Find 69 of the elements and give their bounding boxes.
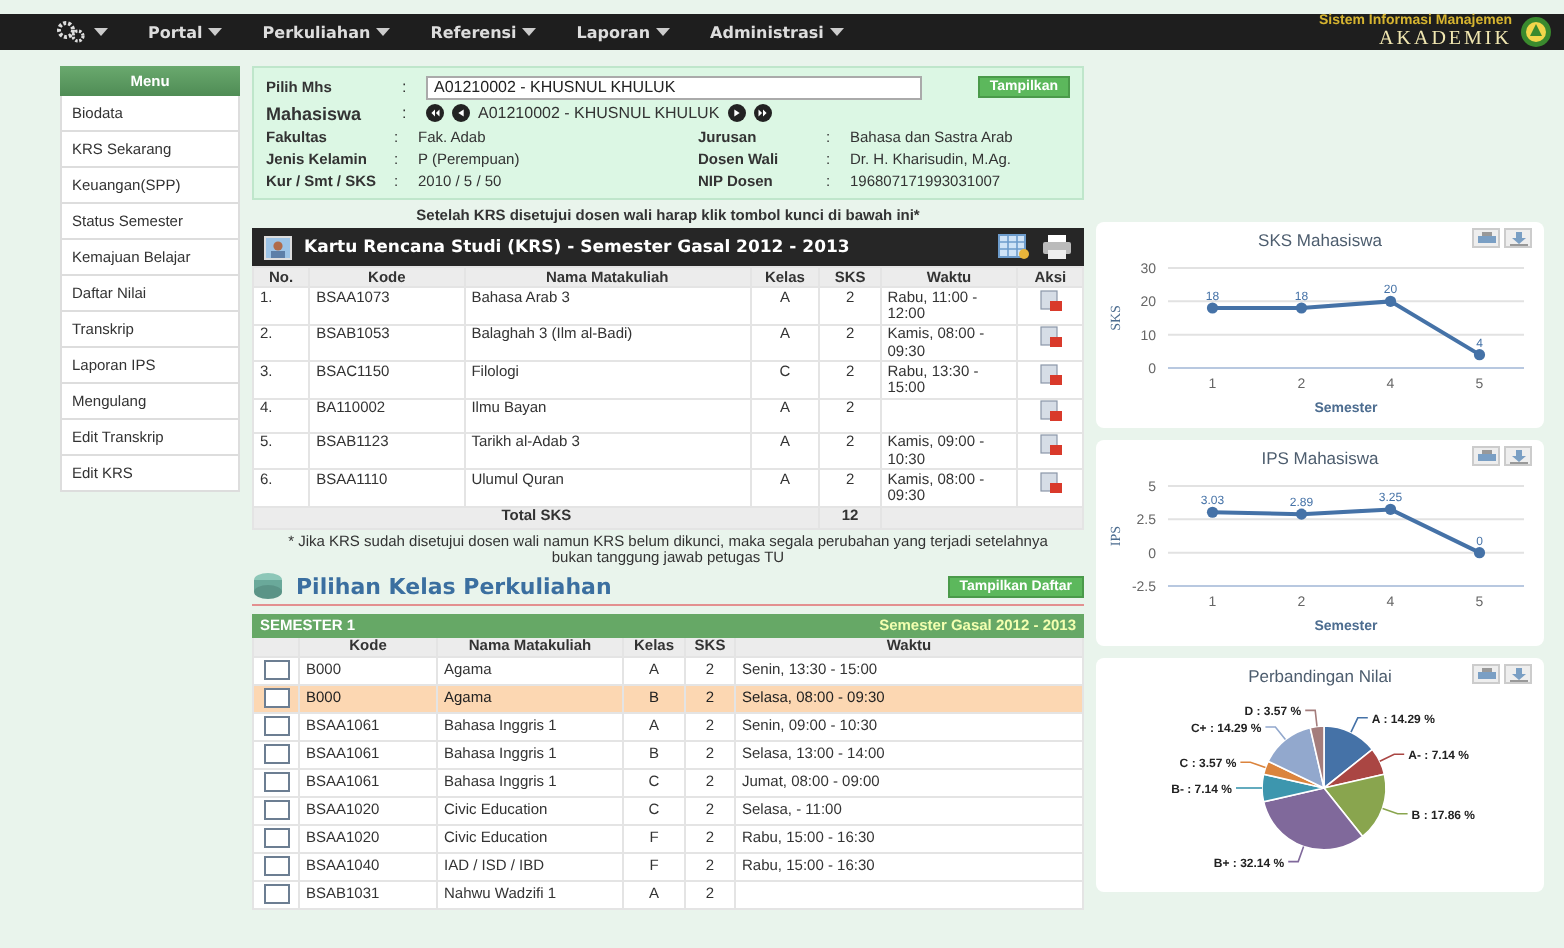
separator: :	[402, 78, 409, 96]
nav-menu-item[interactable]: Perkuliahan	[246, 23, 407, 41]
chart-title: Perbandingan Nilai	[1248, 666, 1392, 686]
section-title: Pilihan Kelas Perkuliahan	[296, 573, 612, 600]
leader-line	[1235, 787, 1263, 789]
leader-line	[1381, 807, 1409, 815]
print-button[interactable]	[1472, 228, 1500, 248]
checkbox[interactable]	[263, 744, 289, 765]
brand-title: AKADEMIK	[1379, 28, 1512, 50]
leader-line	[1304, 709, 1318, 728]
delete-document-icon[interactable]	[1039, 434, 1062, 457]
checkbox[interactable]	[263, 772, 289, 793]
checkbox[interactable]	[263, 660, 289, 681]
chart-title: IPS Mahasiswa	[1261, 448, 1379, 468]
student-name: A01210002 - KHUSNUL KHULUK	[478, 104, 720, 122]
delete-document-icon[interactable]	[1039, 289, 1062, 312]
download-button[interactable]	[1504, 228, 1532, 248]
checkbox[interactable]	[263, 716, 289, 737]
emblem-icon	[1520, 16, 1552, 48]
data-point	[1295, 302, 1308, 314]
checkbox[interactable]	[263, 800, 289, 821]
download-button[interactable]	[1504, 664, 1532, 684]
table-title: Kartu Rencana Studi (KRS) - Semester Gasal 2012 - 2013	[304, 237, 852, 257]
delete-document-icon[interactable]	[1039, 471, 1062, 494]
leader-line	[1350, 717, 1369, 733]
data-point	[1384, 503, 1397, 515]
last-page-icon[interactable]	[753, 104, 772, 122]
data-point	[1473, 349, 1486, 361]
books-icon	[252, 572, 284, 601]
nav-menu-item[interactable]: Referensi	[414, 23, 553, 41]
download-button[interactable]	[1504, 446, 1532, 466]
leader-line	[1239, 761, 1267, 769]
caret-icon	[656, 27, 671, 37]
field-label: Mahasiswa	[266, 103, 364, 123]
nav-menu-item[interactable]: Administrasi	[694, 23, 860, 41]
next-icon[interactable]	[727, 104, 746, 122]
caret-icon	[376, 27, 391, 37]
chart-title: SKS Mahasiswa	[1258, 230, 1382, 250]
first-page-icon[interactable]	[426, 104, 444, 122]
checkbox[interactable]	[263, 884, 289, 905]
leader-line	[1379, 753, 1405, 762]
student-card-icon	[264, 235, 292, 259]
data-point	[1384, 295, 1397, 307]
student-field[interactable]: A01210002 - KHUSNUL KHULUK	[426, 75, 922, 99]
data-point	[1206, 302, 1219, 314]
delete-document-icon[interactable]	[1039, 326, 1062, 349]
caret-icon	[522, 27, 537, 37]
caret-icon	[208, 27, 223, 37]
checkbox[interactable]	[263, 828, 289, 849]
printer-icon[interactable]	[1042, 234, 1072, 260]
print-button[interactable]	[1472, 446, 1500, 466]
leader-line	[1287, 845, 1305, 863]
data-point	[1473, 547, 1486, 559]
nav-menu-item[interactable]: Laporan	[560, 23, 687, 41]
gear-icon	[56, 20, 88, 44]
caret-icon	[829, 27, 844, 37]
data-point	[1206, 506, 1219, 518]
data-point	[1295, 508, 1308, 520]
previous-icon[interactable]	[452, 104, 470, 122]
separator: :	[402, 104, 409, 122]
delete-document-icon[interactable]	[1039, 400, 1062, 423]
print-button[interactable]	[1472, 664, 1500, 684]
checkbox[interactable]	[263, 688, 289, 709]
checkbox[interactable]	[263, 856, 289, 877]
delete-document-icon[interactable]	[1039, 363, 1062, 386]
leader-line	[1264, 726, 1287, 741]
nav-menu-item[interactable]: Portal	[132, 23, 239, 41]
table-icon[interactable]	[998, 234, 1030, 260]
caret-icon	[94, 27, 108, 37]
